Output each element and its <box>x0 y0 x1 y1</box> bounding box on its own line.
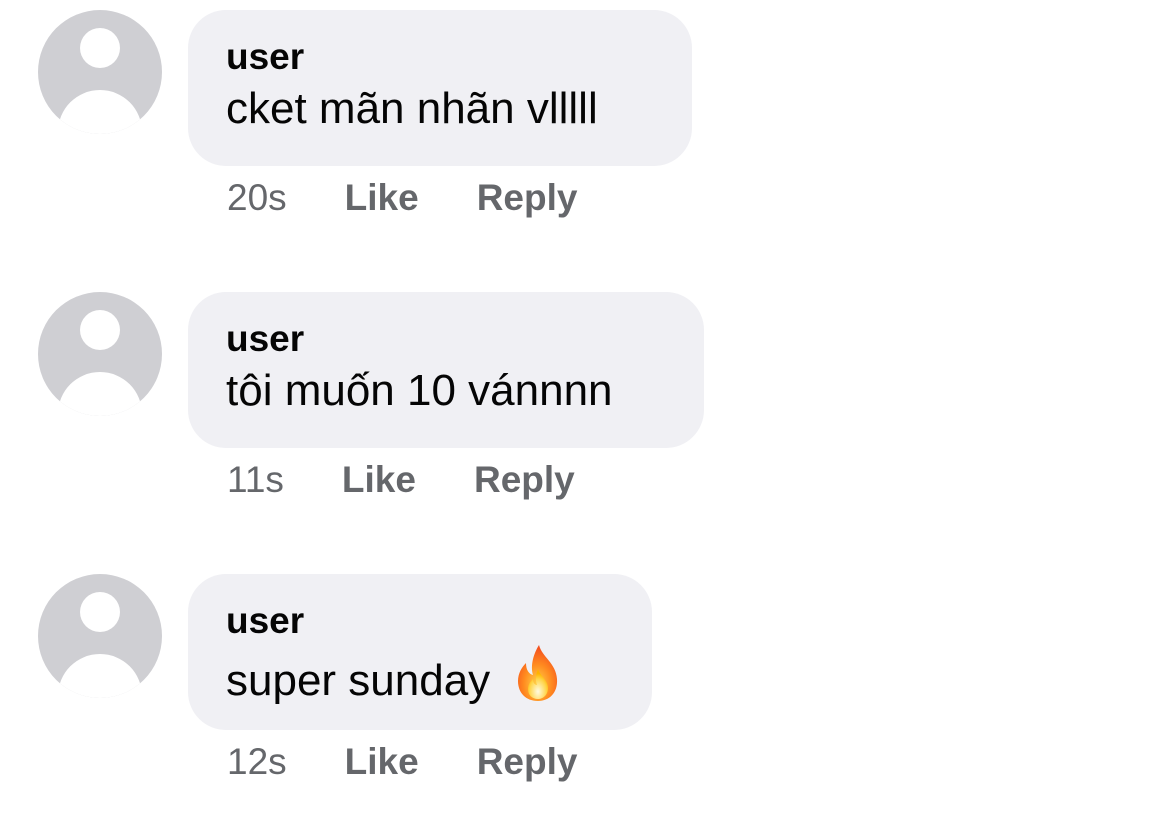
like-button[interactable]: Like <box>345 740 419 784</box>
comment-text: tôi muốn 10 vánnnn <box>226 366 613 415</box>
comment-author[interactable]: user <box>226 317 666 361</box>
comment-text-line: super sunday <box>226 643 614 711</box>
comment-timestamp: 11s <box>227 459 284 500</box>
comment-item: user cket mãn nhãn vlllll 20s Like Reply <box>0 0 1170 240</box>
reply-button[interactable]: Reply <box>477 740 578 784</box>
reply-button[interactable]: Reply <box>477 176 578 220</box>
avatar-body-shape <box>58 654 142 698</box>
reply-button[interactable]: Reply <box>474 458 575 502</box>
fire-icon <box>518 645 558 701</box>
comment-text: super sunday <box>226 656 491 705</box>
comment-item: user tôi muốn 10 vánnnn 11s Like Reply <box>0 282 1170 522</box>
comment-actions: 11s Like Reply <box>227 458 575 502</box>
comment-bubble: user cket mãn nhãn vlllll <box>188 10 692 166</box>
comment-timestamp: 20s <box>227 177 287 218</box>
comment-bubble: user tôi muốn 10 vánnnn <box>188 292 704 448</box>
comment-bubble: user super sunday <box>188 574 652 730</box>
avatar[interactable] <box>38 574 162 698</box>
like-button[interactable]: Like <box>345 176 419 220</box>
comment-author[interactable]: user <box>226 599 614 643</box>
comment-item: user super sunday 12s Like Reply <box>0 564 1170 804</box>
comment-author[interactable]: user <box>226 35 654 79</box>
avatar-head-shape <box>80 592 120 632</box>
avatar-head-shape <box>80 28 120 68</box>
like-button[interactable]: Like <box>342 458 416 502</box>
avatar[interactable] <box>38 10 162 134</box>
comment-actions: 12s Like Reply <box>227 740 577 784</box>
avatar-head-shape <box>80 310 120 350</box>
comment-actions: 20s Like Reply <box>227 176 577 220</box>
avatar-body-shape <box>58 372 142 416</box>
avatar[interactable] <box>38 292 162 416</box>
comment-text: cket mãn nhãn vlllll <box>226 84 598 133</box>
avatar-body-shape <box>58 90 142 134</box>
comment-timestamp: 12s <box>227 741 287 782</box>
